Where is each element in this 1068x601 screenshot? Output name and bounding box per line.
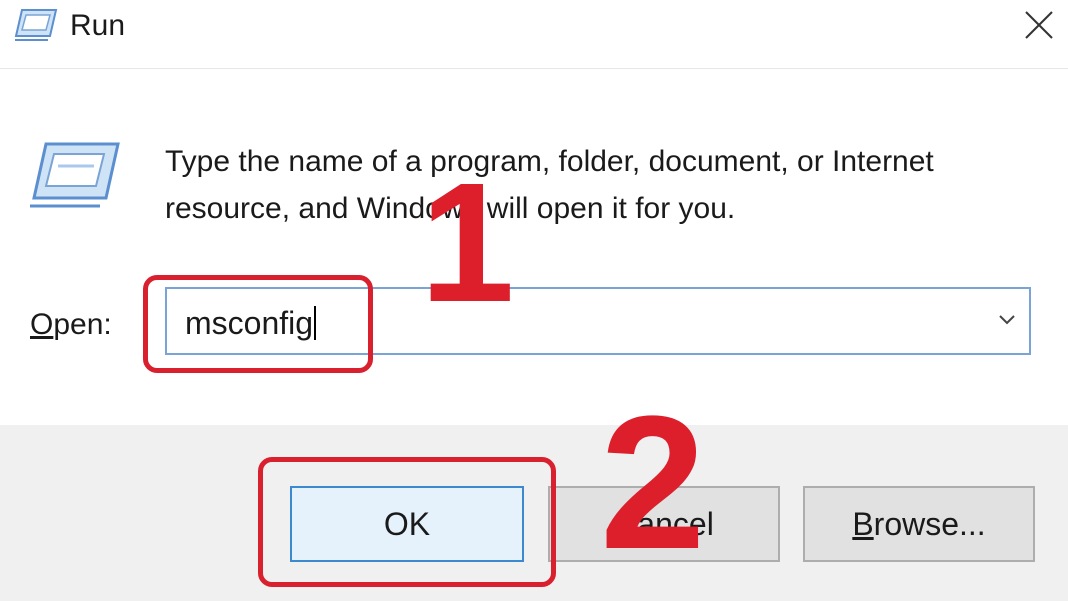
run-icon — [28, 140, 120, 210]
browse-accelerator: B — [852, 506, 874, 542]
open-label: Open: — [30, 303, 112, 347]
open-label-text: pen: — [53, 308, 112, 341]
input-highlight-annotation — [143, 275, 373, 373]
step-2-annotation: 2 — [600, 377, 706, 589]
dialog-description: Type the name of a program, folder, docu… — [165, 145, 934, 225]
window-title: Run — [70, 9, 126, 42]
close-icon — [1025, 11, 1053, 39]
close-button[interactable] — [1010, 0, 1068, 52]
run-app-icon — [14, 6, 58, 42]
open-label-accelerator: O — [30, 308, 54, 341]
title-bar: Run — [0, 0, 1068, 62]
chevron-down-icon[interactable] — [997, 313, 1017, 332]
browse-label: rowse... — [873, 506, 986, 542]
browse-button[interactable]: Browse... — [803, 486, 1035, 562]
ok-highlight-annotation — [258, 457, 556, 587]
step-1-annotation: 1 — [420, 148, 515, 338]
